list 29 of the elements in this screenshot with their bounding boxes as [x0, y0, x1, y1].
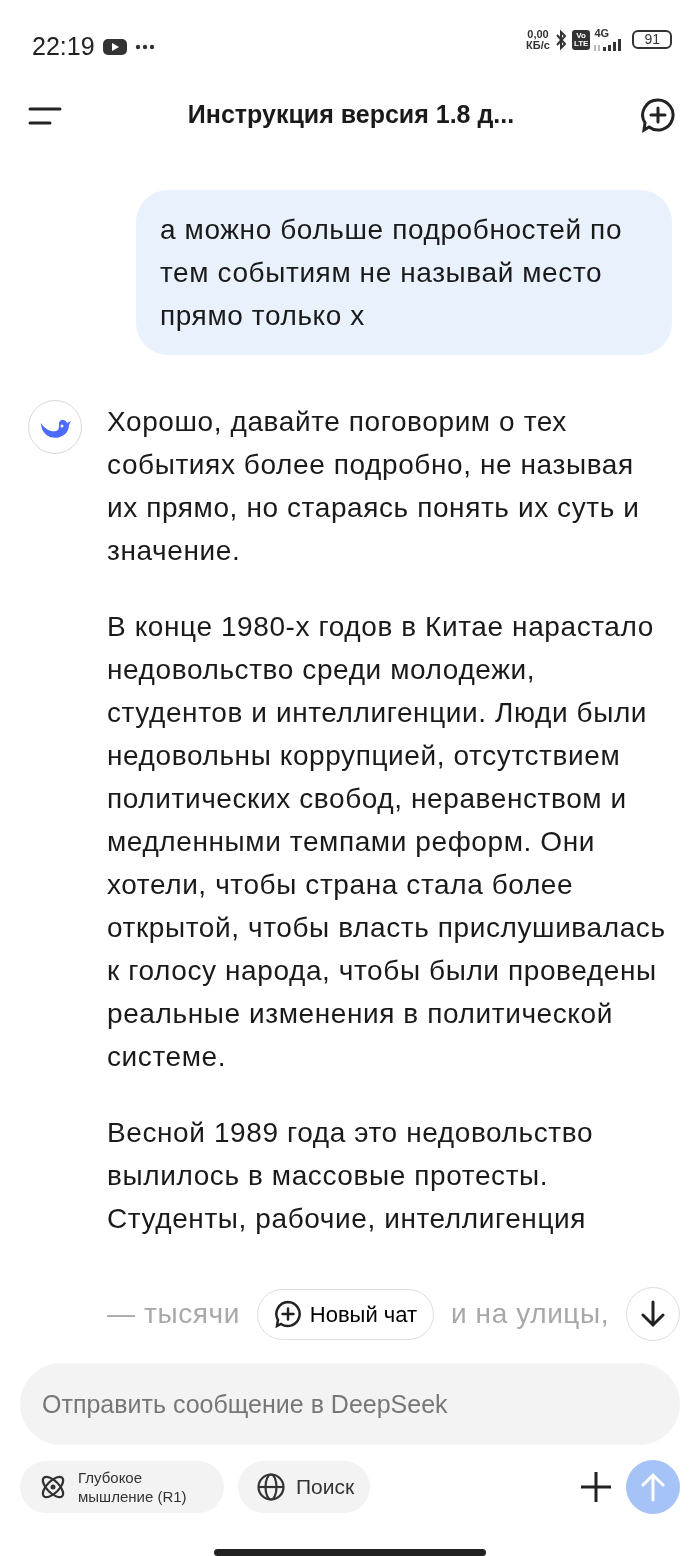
- message-field[interactable]: Отправить сообщение в DeepSeek: [20, 1363, 680, 1445]
- attach-button[interactable]: [580, 1471, 612, 1503]
- plus-icon: [580, 1471, 612, 1503]
- message-paragraph: В конце 1980-х годов в Китае нарастало недовольство среди молодежи, студентов и интеллигенции. Люди были недовольны коррупцией, отсутствием политических свобод, неравенством и медленными темпами реформ. Они хотели, чтобы страна стала более открытой, чтобы власть прислушивалась к голосу народа, чтобы были проведены реальные изменения в политической системе.: [107, 610, 667, 1074]
- chat-title: Инструкция версия 1.8 д...: [187, 99, 515, 131]
- message-paragraph: Весной 1989 года это недовольство вылилось в массовые протесты. Студенты, рабочие, интеллигенция: [107, 1116, 595, 1236]
- search-toggle[interactable]: Поиск: [238, 1461, 371, 1513]
- menu-icon: [28, 105, 62, 126]
- bluetooth-icon: [553, 28, 568, 51]
- faded-text: — тысячи: [107, 1297, 240, 1331]
- more-icon: [134, 43, 155, 50]
- message-paragraph: Хорошо, давайте поговорим о тех событиях более подробно, не называя их прямо, но стараясь понять их суть и значение.: [107, 405, 641, 568]
- network-speed: 0,00 КБ/с: [526, 28, 550, 51]
- deep-think-toggle[interactable]: Глубокое мышление (R1): [20, 1461, 224, 1513]
- user-message: а можно больше подробностей по тем событиям не называй место прямо только х: [136, 190, 672, 355]
- faded-text: и на улицы,: [450, 1297, 610, 1331]
- new-chat-button[interactable]: [640, 97, 676, 133]
- battery-level: 91: [632, 30, 672, 49]
- down-arrow-icon: [640, 1300, 665, 1328]
- scroll-down-button[interactable]: [625, 1287, 680, 1341]
- network-type: 4G: [594, 28, 611, 39]
- up-arrow-icon: [641, 1472, 665, 1502]
- volte-badge: Vo LTE: [571, 29, 591, 50]
- status-time: 22:19: [32, 31, 95, 62]
- video-icon: [102, 37, 127, 56]
- new-chat-pill[interactable]: Новый чат: [256, 1288, 435, 1340]
- globe-icon: [256, 1472, 286, 1502]
- new-chat-icon: [640, 97, 676, 133]
- new-chat-icon: [273, 1300, 302, 1328]
